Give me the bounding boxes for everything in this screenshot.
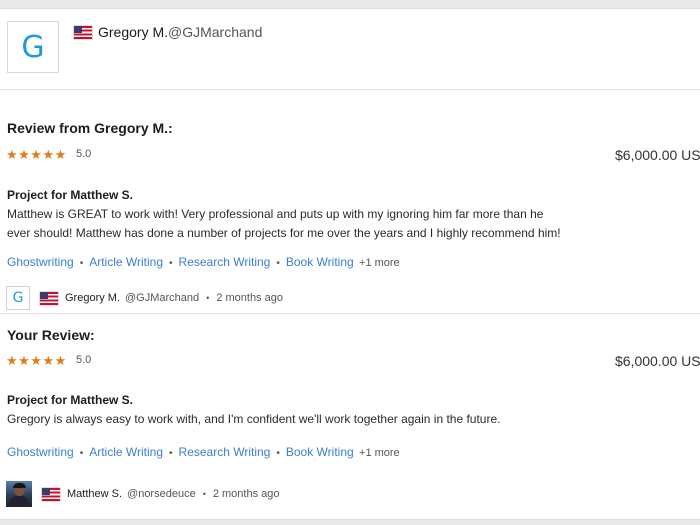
tag-ghostwriting[interactable]: Ghostwriting: [7, 255, 74, 269]
review-time: 2 months ago: [212, 488, 280, 500]
tag-article-writing[interactable]: Article Writing: [89, 445, 163, 459]
project-amount: $6,000.00 USD: [615, 147, 700, 163]
profile-header: G Gregory M. @GJMarchand: [0, 9, 700, 90]
star-rating-icon: ★★★★★: [6, 353, 67, 368]
avatar[interactable]: G: [7, 21, 59, 73]
review-comment: Gregory is always easy to work with, and…: [7, 412, 501, 426]
skill-tags: Ghostwriting • Article Writing • Research Wr…: [7, 445, 400, 459]
author-handle: @norsedeuce: [127, 488, 196, 500]
tag-ghostwriting[interactable]: Ghostwriting: [7, 445, 74, 459]
skill-tags: Ghostwriting • Article Writing • Research Wr…: [7, 255, 400, 269]
us-flag-icon: [42, 487, 60, 501]
review-author: G Gregory M. @GJMarchand • 2 months ago: [6, 285, 283, 311]
tag-research-writing[interactable]: Research Writing: [179, 445, 271, 459]
dot-separator: •: [206, 293, 210, 303]
tag-separator: •: [276, 258, 280, 269]
rating-score: 5.0: [76, 354, 92, 366]
author-name[interactable]: Matthew S.: [67, 488, 122, 500]
tag-separator: •: [79, 258, 84, 269]
profile-name[interactable]: Gregory M.: [98, 24, 168, 40]
review-title: Review from Gregory M.:: [7, 120, 173, 136]
tag-book-writing[interactable]: Book Writing: [286, 255, 354, 269]
tag-separator: •: [169, 448, 173, 459]
tag-article-writing[interactable]: Article Writing: [89, 255, 163, 269]
review-author: Matthew S. @norsedeuce • 2 months ago: [6, 481, 280, 507]
review-from-client: Review from Gregory M.: ★★★★★ 5.0 $6,000…: [0, 89, 700, 314]
your-review: Your Review: ★★★★★ 5.0 $6,000.00 USD Pro…: [0, 314, 700, 519]
more-tags-link[interactable]: +1 more: [359, 257, 400, 269]
review-card: G Gregory M. @GJMarchand Review from Gre…: [0, 8, 700, 520]
tag-book-writing[interactable]: Book Writing: [286, 445, 354, 459]
review-time: 2 months ago: [216, 292, 283, 304]
author-name[interactable]: Gregory M.: [65, 292, 120, 304]
rating-score: 5.0: [76, 148, 92, 160]
avatar[interactable]: [6, 481, 32, 507]
tag-separator: •: [79, 448, 84, 459]
star-rating-icon: ★★★★★: [6, 147, 67, 162]
tag-separator: •: [169, 258, 173, 269]
project-title: Project for Matthew S.: [7, 188, 134, 202]
avatar[interactable]: G: [6, 286, 30, 310]
review-comment: Matthew is GREAT to work with! Very prof…: [7, 207, 561, 240]
tag-separator: •: [276, 448, 280, 459]
project-amount: $6,000.00 USD: [615, 353, 700, 369]
review-title: Your Review:: [7, 327, 95, 343]
author-handle: @GJMarchand: [125, 292, 200, 304]
tag-research-writing[interactable]: Research Writing: [179, 255, 271, 269]
project-title: Project for Matthew S.: [7, 393, 134, 407]
more-tags-link[interactable]: +1 more: [359, 447, 400, 459]
us-flag-icon: [40, 291, 58, 305]
profile-handle: @GJMarchand: [168, 24, 263, 40]
dot-separator: •: [202, 489, 206, 499]
us-flag-icon: [74, 26, 92, 39]
